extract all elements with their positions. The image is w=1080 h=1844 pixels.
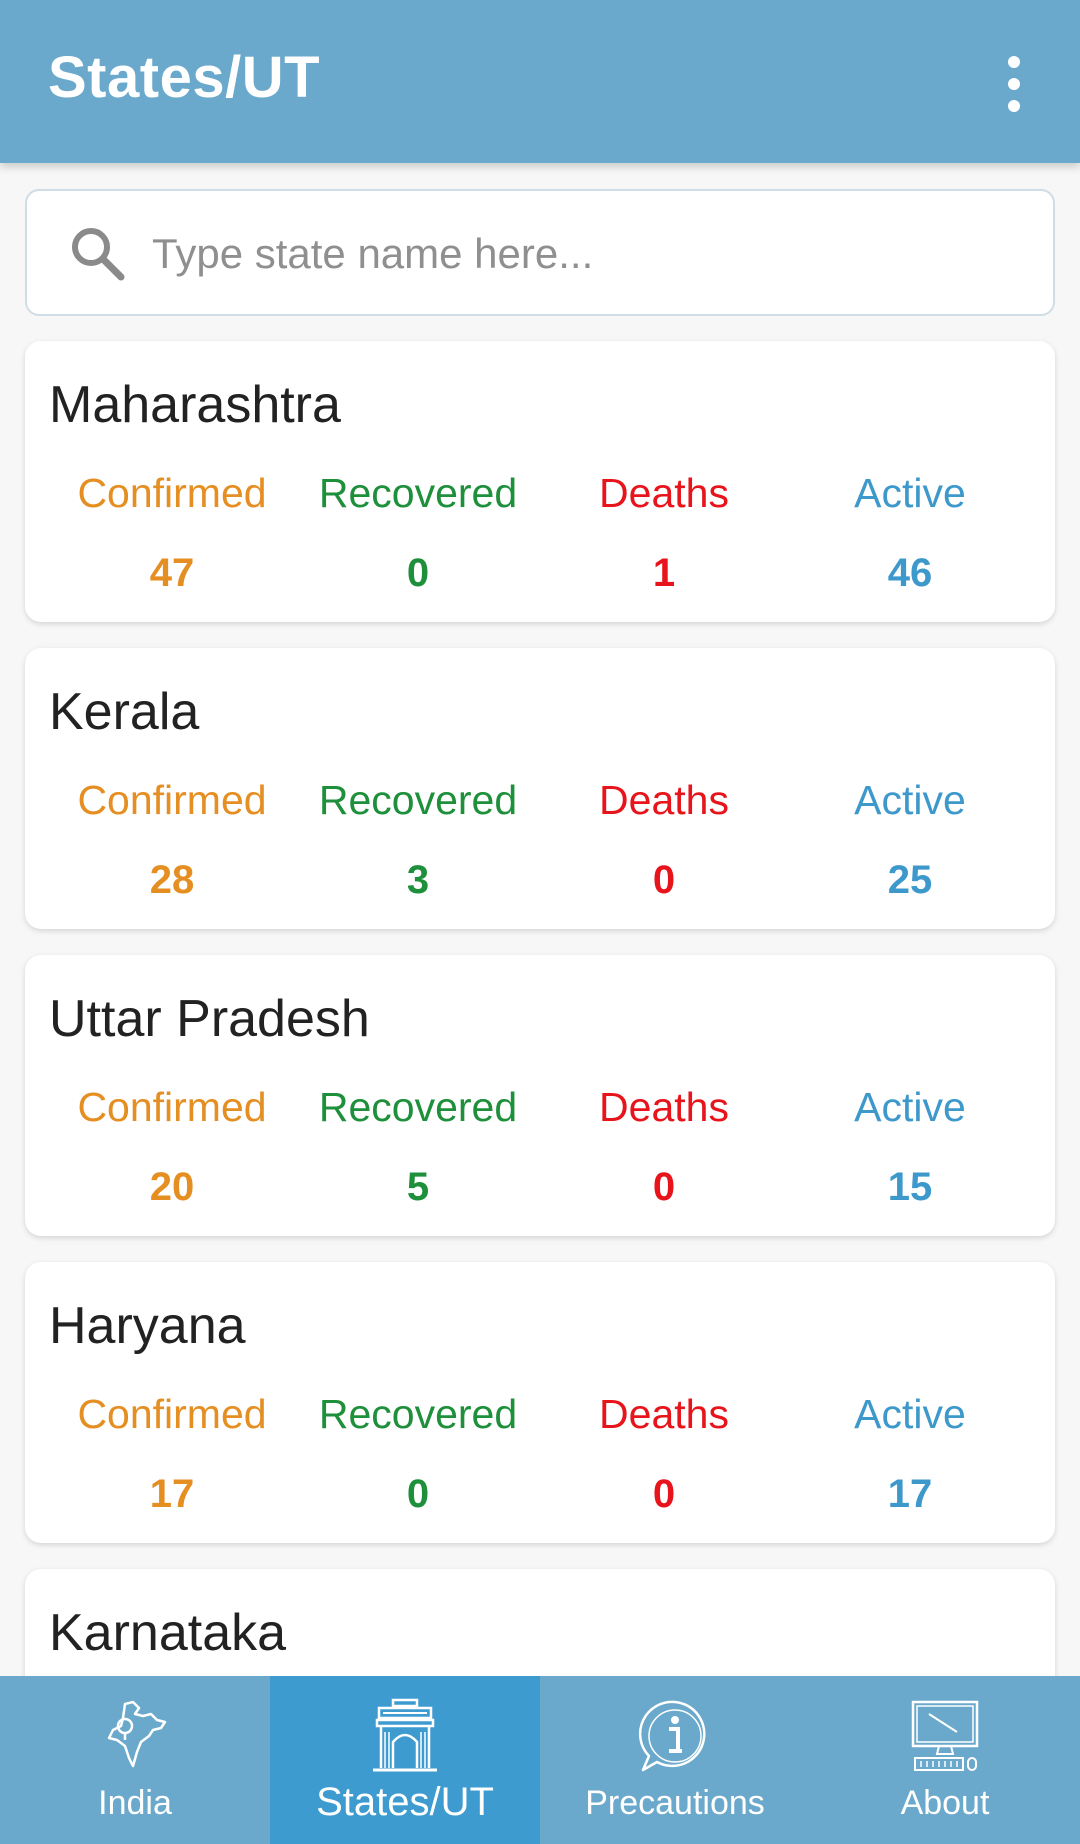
recovered-stat: Recovered 0 — [295, 1390, 541, 1518]
recovered-stat: Recovered 0 — [295, 469, 541, 597]
computer-icon — [911, 1700, 979, 1771]
active-stat: Active 17 — [787, 1390, 1033, 1518]
recovered-label: Recovered — [318, 777, 518, 823]
state-list: Maharashtra Confirmed 47 Recovered 0 Dea… — [25, 341, 1055, 1844]
recovered-stat: Recovered 3 — [295, 776, 541, 904]
nav-tab-states[interactable]: States/UT — [270, 1676, 540, 1844]
active-value: 17 — [887, 1472, 933, 1516]
india-map-icon — [107, 1700, 167, 1768]
confirmed-value: 28 — [149, 858, 195, 902]
page-title: States/UT — [48, 45, 321, 110]
india-gate-icon — [373, 1698, 437, 1772]
confirmed-value: 17 — [149, 1472, 195, 1516]
state-card[interactable]: Maharashtra Confirmed 47 Recovered 0 Dea… — [25, 341, 1055, 622]
state-stats: Confirmed 17 Recovered 0 Deaths 0 Active… — [49, 1390, 1033, 1520]
active-label: Active — [854, 1084, 966, 1130]
recovered-value: 3 — [406, 858, 430, 902]
deaths-value: 0 — [652, 858, 676, 902]
bottom-navigation: India States/UT Precautions About — [0, 1676, 1080, 1844]
state-card[interactable]: Haryana Confirmed 17 Recovered 0 Deaths … — [25, 1262, 1055, 1543]
search-box[interactable] — [25, 189, 1055, 316]
info-bubble-icon — [638, 1700, 706, 1772]
state-name: Karnataka — [49, 1604, 287, 1662]
active-stat: Active 15 — [787, 1083, 1033, 1211]
search-icon — [72, 228, 125, 281]
confirmed-stat: Confirmed 20 — [49, 1083, 295, 1211]
confirmed-label: Confirmed — [77, 470, 267, 516]
state-stats: Confirmed 28 Recovered 3 Deaths 0 Active… — [49, 776, 1033, 906]
deaths-value: 0 — [652, 1165, 676, 1209]
recovered-label: Recovered — [318, 470, 518, 516]
deaths-value: 1 — [652, 551, 676, 595]
active-value: 25 — [887, 858, 933, 902]
nav-tab-about[interactable]: About — [810, 1676, 1080, 1844]
search-input[interactable] — [152, 219, 1012, 289]
state-name: Kerala — [49, 683, 200, 741]
state-stats: Confirmed 47 Recovered 0 Deaths 1 Active… — [49, 469, 1033, 599]
confirmed-stat: Confirmed 17 — [49, 1390, 295, 1518]
deaths-label: Deaths — [599, 777, 729, 823]
deaths-label: Deaths — [599, 1391, 729, 1437]
recovered-label: Recovered — [318, 1084, 518, 1130]
nav-tab-precautions[interactable]: Precautions — [540, 1676, 810, 1844]
state-card[interactable]: Uttar Pradesh Confirmed 20 Recovered 5 D… — [25, 955, 1055, 1236]
confirmed-label: Confirmed — [77, 1084, 267, 1130]
state-stats: Confirmed 20 Recovered 5 Deaths 0 Active… — [49, 1083, 1033, 1213]
confirmed-label: Confirmed — [77, 777, 267, 823]
active-stat: Active 25 — [787, 776, 1033, 904]
confirmed-stat: Confirmed 28 — [49, 776, 295, 904]
recovered-stat: Recovered 5 — [295, 1083, 541, 1211]
state-name: Maharashtra — [49, 376, 341, 434]
nav-label: India — [98, 1784, 172, 1822]
active-label: Active — [854, 777, 966, 823]
deaths-stat: Deaths 1 — [541, 469, 787, 597]
active-label: Active — [854, 1391, 966, 1437]
confirmed-stat: Confirmed 47 — [49, 469, 295, 597]
state-name: Uttar Pradesh — [49, 990, 370, 1048]
deaths-stat: Deaths 0 — [541, 1390, 787, 1518]
active-value: 46 — [887, 551, 933, 595]
deaths-stat: Deaths 0 — [541, 776, 787, 904]
recovered-value: 0 — [406, 1472, 430, 1516]
confirmed-value: 47 — [149, 551, 195, 595]
active-stat: Active 46 — [787, 469, 1033, 597]
app-screen: States/UT Maharashtra Confirmed 47 Recov… — [0, 0, 1080, 1844]
state-card[interactable]: Kerala Confirmed 28 Recovered 3 Deaths 0… — [25, 648, 1055, 929]
deaths-value: 0 — [652, 1472, 676, 1516]
app-bar: States/UT — [0, 0, 1080, 163]
nav-label: States/UT — [316, 1780, 494, 1824]
deaths-label: Deaths — [599, 470, 729, 516]
nav-label: Precautions — [585, 1784, 765, 1822]
deaths-label: Deaths — [599, 1084, 729, 1130]
confirmed-label: Confirmed — [77, 1391, 267, 1437]
nav-tab-india[interactable]: India — [0, 1676, 270, 1844]
recovered-value: 5 — [406, 1165, 430, 1209]
confirmed-value: 20 — [149, 1165, 195, 1209]
active-value: 15 — [887, 1165, 933, 1209]
recovered-label: Recovered — [318, 1391, 518, 1437]
active-label: Active — [854, 470, 966, 516]
state-name: Haryana — [49, 1297, 246, 1355]
deaths-stat: Deaths 0 — [541, 1083, 787, 1211]
more-vert-icon[interactable] — [990, 48, 1038, 120]
recovered-value: 0 — [406, 551, 430, 595]
nav-label: About — [900, 1784, 990, 1822]
